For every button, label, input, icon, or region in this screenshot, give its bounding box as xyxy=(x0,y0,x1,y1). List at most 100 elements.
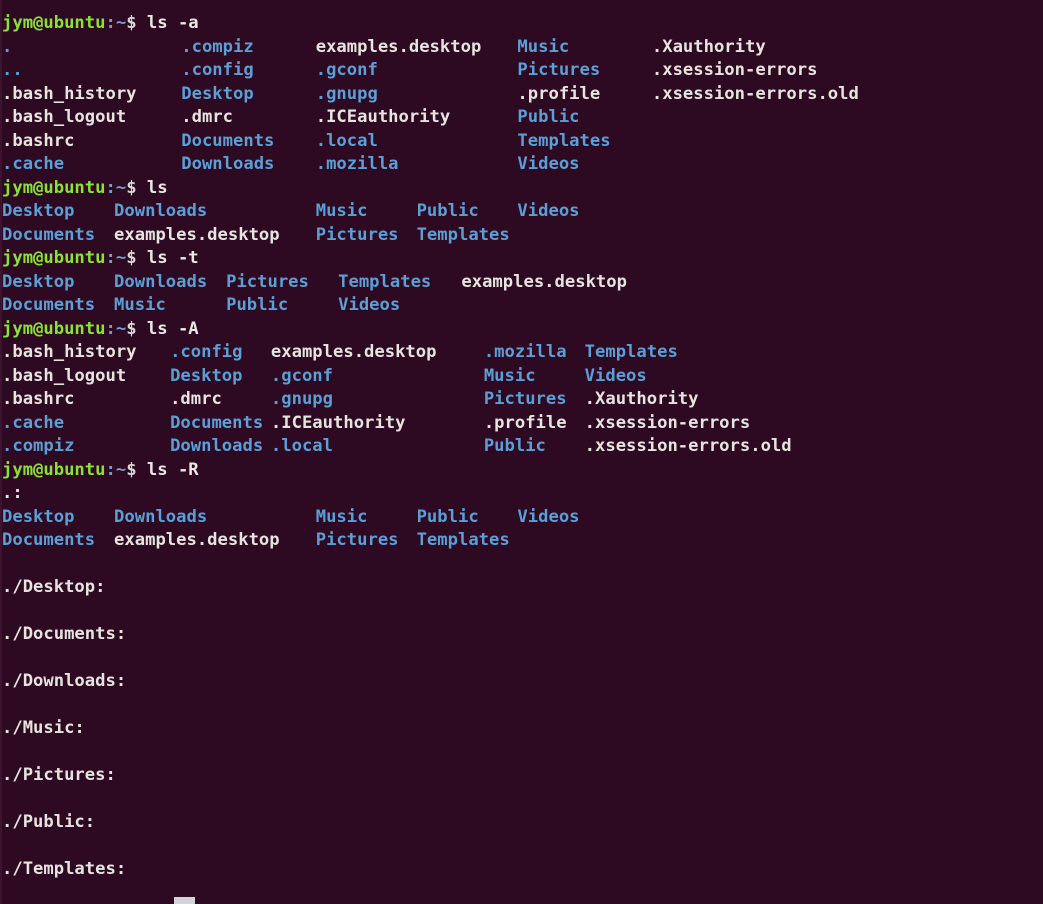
file-entry: examples.desktop xyxy=(114,224,280,245)
directory-entry: Templates xyxy=(584,342,678,362)
file-entry: .dmrc xyxy=(181,107,234,127)
file-entry: .ICEauthority xyxy=(270,412,406,433)
directory-entry: Pictures xyxy=(483,389,567,409)
output-row: Desktop Downloads Music Public Videos xyxy=(2,200,1041,224)
file-entry: .bash_history xyxy=(2,342,137,362)
output-row: Desktop Downloads Pictures Templates example… xyxy=(2,271,1041,295)
output-row: .bashrc Documents .local Templates xyxy=(2,130,1041,154)
prompt-path: :~ xyxy=(105,459,127,480)
prompt-path: :~ xyxy=(105,13,127,33)
subdirectory-header: ./Documents: xyxy=(2,624,127,644)
directory-entry: .. xyxy=(2,60,23,80)
directory-entry: Desktop xyxy=(2,201,75,221)
directory-entry: .mozilla xyxy=(483,342,567,362)
directory-entry: Documents xyxy=(2,295,96,315)
directory-entry: Videos xyxy=(517,506,580,527)
directory-entry: .mozilla xyxy=(315,154,399,174)
subdirectory-header: ./Downloads: xyxy=(2,671,127,691)
file-entry: .Xauthority xyxy=(584,389,699,409)
directory-entry: Videos xyxy=(517,154,580,174)
output-row: .compiz Downloads .local Public .xsession-er… xyxy=(2,435,1041,459)
directory-entry: Downloads xyxy=(114,506,208,527)
output-row: Documents examples.desktop Pictures Templat… xyxy=(2,529,1041,553)
directory-entry: Videos xyxy=(338,295,401,315)
directory-entry: Music xyxy=(114,295,166,315)
directory-entry: .gnupg xyxy=(270,389,333,409)
directory-entry: .config xyxy=(170,342,243,362)
directory-entry: Templates xyxy=(416,530,510,550)
directory-entry: .local xyxy=(270,436,333,456)
file-entry: .xsession-errors xyxy=(651,60,818,80)
file-entry: .bash_history xyxy=(2,83,137,104)
file-entry: .profile xyxy=(517,83,601,104)
directory-entry: .local xyxy=(315,130,378,151)
directory-entry: Music xyxy=(315,201,368,221)
prompt-line: jym@ubuntu:~$ ls -t xyxy=(2,247,1041,271)
output-row: .. .config .gconf Pictures .xsession-errors xyxy=(2,59,1041,83)
directory-entry: Public xyxy=(226,295,289,315)
prompt-path: :~ xyxy=(105,318,127,339)
output-row: . .compiz examples.desktop Music .Xauthority xyxy=(2,36,1041,60)
prompt-symbol: $ xyxy=(126,13,137,33)
output-row: .bash_history .config examples.desktop .moz… xyxy=(2,341,1041,365)
subdirectory-header: ./Desktop: xyxy=(2,577,106,597)
directory-entry: Pictures xyxy=(517,60,601,80)
root-directory-header: .: xyxy=(2,483,23,503)
directory-entry: Downloads xyxy=(114,271,208,292)
directory-entry: Videos xyxy=(584,365,647,386)
output-row: .bash_history Desktop .gnupg .profile .xsess… xyxy=(2,83,1041,107)
file-entry: .xsession-errors xyxy=(584,412,751,433)
prompt-line: jym@ubuntu:~$ ls -a xyxy=(2,12,1041,36)
file-entry: .dmrc xyxy=(170,389,222,409)
file-entry: .xsession-errors.old xyxy=(584,436,792,456)
prompt-path: :~ xyxy=(105,248,127,268)
prompt-line: jym@ubuntu:~$ ls -R xyxy=(2,459,1041,483)
subdirectory-header: ./Public: xyxy=(2,812,96,832)
file-entry: .bash_logout xyxy=(2,107,127,127)
prompt-user-host: jym@ubuntu xyxy=(2,318,106,339)
directory-entry: Music xyxy=(315,506,368,527)
directory-entry: Pictures xyxy=(315,530,399,550)
prompt-user-host: jym@ubuntu xyxy=(2,13,106,33)
directory-entry: Documents xyxy=(2,530,96,550)
directory-entry: .compiz xyxy=(2,436,75,456)
output-row: .cache Documents .ICEauthority .profile .xse… xyxy=(2,412,1041,436)
directory-entry: Templates xyxy=(416,224,510,245)
output-row: .bash_logout Desktop .gconf Music Videos xyxy=(2,365,1041,389)
command-text: ls -R xyxy=(146,459,199,480)
file-entry: .Xauthority xyxy=(651,36,766,57)
subdirectory-header: ./Templates: xyxy=(2,859,127,879)
directory-entry: Desktop xyxy=(170,365,243,386)
output-row: .bashrc .dmrc .gnupg Pictures .Xauthority xyxy=(2,388,1041,412)
directory-entry: Documents xyxy=(181,130,275,151)
terminal-screen[interactable]: jym@ubuntu:~$ ls -a. .compiz examples.desk… xyxy=(2,12,1041,904)
directory-entry: Downloads xyxy=(170,436,264,456)
file-entry: .bash_logout xyxy=(2,365,127,386)
directory-entry: Desktop xyxy=(181,83,254,104)
directory-entry: Templates xyxy=(338,271,432,292)
output-row: Documents Music Public Videos xyxy=(2,294,1041,318)
file-entry: examples.desktop xyxy=(114,530,280,550)
terminal-window[interactable]: jym@ubuntu:~$ ls -a. .compiz examples.desk… xyxy=(0,0,1043,904)
subdirectory-header: ./Music: xyxy=(2,718,85,738)
directory-entry: Public xyxy=(416,201,479,221)
prompt-line: jym@ubuntu:~$ ls xyxy=(2,177,1041,201)
directory-entry: Documents xyxy=(2,224,96,245)
directory-entry: .gconf xyxy=(270,365,333,386)
prompt-user-host: jym@ubuntu xyxy=(2,459,106,480)
file-entry: .bashrc xyxy=(2,130,75,151)
output-row: .cache Downloads .mozilla Videos xyxy=(2,153,1041,177)
text-cursor xyxy=(174,897,195,904)
prompt-user-host: jym@ubuntu xyxy=(2,177,106,198)
